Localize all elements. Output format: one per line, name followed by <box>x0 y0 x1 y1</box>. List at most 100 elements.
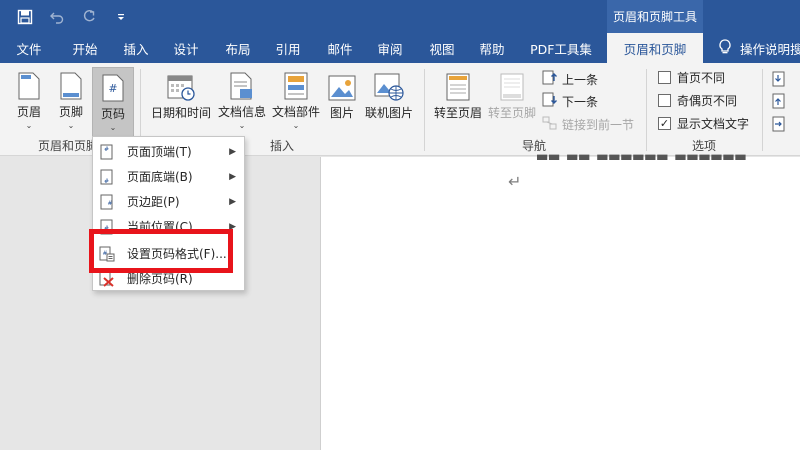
different-first-page-checkbox[interactable] <box>658 70 671 84</box>
chevron-down-icon: ⌄ <box>238 121 246 130</box>
footer-icon <box>60 67 82 100</box>
document-info-button[interactable]: 文档信息 ⌄ <box>216 67 268 131</box>
tab-file[interactable]: 文件 <box>4 33 54 63</box>
online-picture-icon <box>374 67 404 101</box>
quick-parts-button[interactable]: 文档部件 ⌄ <box>270 67 322 131</box>
chevron-down-icon: ⌄ <box>292 121 300 130</box>
chevron-down-icon: ⌄ <box>109 123 117 132</box>
goto-footer-label: 转至页脚 <box>487 106 536 120</box>
next-button[interactable]: 下一条 <box>542 91 598 111</box>
page-number-button[interactable]: # 页码 ⌄ <box>92 67 134 139</box>
lightbulb-icon <box>718 38 732 58</box>
goto-footer-icon <box>500 67 524 101</box>
header-text-fragment: ▆▆ ▆▆ ▆▆▆▆▆▆ ▆▆▆▆▆▆ <box>537 152 748 160</box>
tab-references[interactable]: 引用 <box>264 33 312 63</box>
tab-insert[interactable]: 插入 <box>112 33 160 63</box>
tab-mailings[interactable]: 邮件 <box>316 33 364 63</box>
tab-header-footer[interactable]: 页眉和页脚 <box>607 33 703 63</box>
goto-header-label: 转至页眉 <box>433 106 482 120</box>
menu-item-label: 页边距(P) <box>127 195 180 209</box>
previous-section-icon <box>542 70 558 89</box>
different-odd-even-checkbox[interactable] <box>658 93 671 107</box>
previous-button[interactable]: 上一条 <box>542 69 598 89</box>
online-picture-button[interactable]: 联机图片 <box>362 67 416 131</box>
tab-design[interactable]: 设计 <box>162 33 210 63</box>
page-number-icon: # <box>102 68 124 102</box>
contextual-tab-group-title: 页眉和页脚工具 <box>607 0 703 33</box>
save-icon[interactable] <box>16 8 34 26</box>
goto-header-button[interactable]: 转至页眉 <box>432 67 484 131</box>
goto-footer-button[interactable]: 转至页脚 <box>486 67 538 131</box>
picture-label: 图片 <box>329 106 354 120</box>
svg-text:#: # <box>104 146 109 153</box>
footer-button[interactable]: 页脚 ⌄ <box>52 67 90 131</box>
svg-text:#: # <box>108 82 117 95</box>
previous-label: 上一条 <box>562 72 599 87</box>
undo-icon[interactable] <box>48 8 66 26</box>
menu-item-bottom-of-page[interactable]: # 页面底端(B) ▶ <box>93 164 244 189</box>
group-separator <box>424 69 425 151</box>
date-time-button[interactable]: 日期和时间 <box>148 67 214 131</box>
next-label: 下一条 <box>562 94 599 109</box>
paragraph-mark: ↵ <box>508 172 522 191</box>
header-position-icon[interactable] <box>772 69 788 89</box>
tab-review[interactable]: 审阅 <box>366 33 414 63</box>
customize-qat-icon[interactable] <box>112 8 130 26</box>
tab-home[interactable]: 开始 <box>60 33 110 63</box>
svg-text:#: # <box>107 200 112 207</box>
link-icon <box>542 115 558 134</box>
annotation-highlight-box <box>89 229 233 273</box>
group-label-header-footer: 页眉和页脚 <box>38 139 99 153</box>
next-section-icon <box>542 92 558 111</box>
different-first-page-option[interactable]: 首页不同 <box>658 67 725 87</box>
show-document-text-option[interactable]: ✓ 显示文档文字 <box>658 113 749 133</box>
document-info-label: 文档信息 <box>217 105 266 119</box>
title-bar: 页眉和页脚工具 <box>0 0 800 33</box>
goto-header-icon <box>446 67 470 101</box>
menu-item-label: 页面底端(B) <box>127 170 193 184</box>
chevron-right-icon: ▶ <box>229 196 236 207</box>
quick-access-toolbar <box>16 6 130 28</box>
chevron-down-icon: ⌄ <box>25 121 33 130</box>
tab-view[interactable]: 视图 <box>418 33 466 63</box>
picture-icon <box>328 67 356 101</box>
different-first-page-label: 首页不同 <box>677 70 726 85</box>
tab-pdf-tools[interactable]: PDF工具集 <box>520 33 602 63</box>
group-separator <box>762 69 763 151</box>
tell-me-label: 操作说明搜 <box>740 41 800 57</box>
date-time-label: 日期和时间 <box>150 106 211 120</box>
calendar-clock-icon <box>167 67 195 101</box>
footer-label: 页脚 <box>58 105 83 119</box>
top-of-page-icon: # <box>99 144 115 160</box>
header-icon <box>18 67 40 100</box>
redo-icon[interactable] <box>80 8 98 26</box>
footer-position-icon[interactable] <box>772 91 788 111</box>
chevron-right-icon: ▶ <box>229 171 236 182</box>
ribbon-tab-row: 文件 开始 插入 设计 布局 引用 邮件 审阅 视图 帮助 PDF工具集 页眉和… <box>0 33 800 63</box>
menu-item-top-of-page[interactable]: # 页面顶端(T) ▶ <box>93 139 244 164</box>
picture-button[interactable]: 图片 <box>326 67 358 131</box>
chevron-right-icon: ▶ <box>229 146 236 157</box>
group-label-insert: 插入 <box>270 139 295 153</box>
tab-layout[interactable]: 布局 <box>214 33 262 63</box>
different-odd-even-label: 奇偶页不同 <box>677 93 738 108</box>
chevron-down-icon: ⌄ <box>67 121 75 130</box>
quick-parts-icon <box>284 67 308 100</box>
show-document-text-checkbox[interactable]: ✓ <box>658 116 671 130</box>
page-number-label: 页码 <box>100 107 125 121</box>
different-odd-even-option[interactable]: 奇偶页不同 <box>658 90 737 110</box>
link-to-previous-button[interactable]: 链接到前一节 <box>542 114 634 134</box>
tab-help[interactable]: 帮助 <box>468 33 516 63</box>
link-to-previous-label: 链接到前一节 <box>562 117 635 132</box>
insert-alignment-tab-icon[interactable] <box>772 114 788 134</box>
menu-item-page-margins[interactable]: # 页边距(P) ▶ <box>93 189 244 214</box>
header-label: 页眉 <box>16 105 41 119</box>
tell-me-search[interactable]: 操作说明搜 <box>718 33 800 63</box>
bottom-of-page-icon: # <box>99 169 115 185</box>
document-page[interactable] <box>320 157 800 450</box>
quick-parts-label: 文档部件 <box>271 105 320 119</box>
document-info-icon <box>230 67 254 100</box>
page-margins-icon: # <box>99 194 115 210</box>
svg-text:#: # <box>104 178 109 185</box>
header-button[interactable]: 页眉 ⌄ <box>10 67 48 131</box>
